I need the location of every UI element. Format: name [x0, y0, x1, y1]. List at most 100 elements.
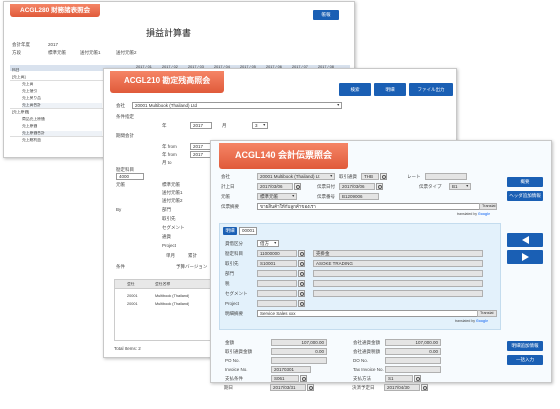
- table-row[interactable]: Multibook (Thailand): [155, 302, 189, 307]
- settle-calendar-icon[interactable]: [421, 384, 428, 391]
- tax-lookup-icon[interactable]: [298, 280, 305, 287]
- amount-field: 107,000.00: [271, 339, 327, 346]
- year-label: 年: [162, 123, 167, 128]
- line-translate-button[interactable]: Translat: [477, 310, 497, 317]
- export-button[interactable]: ファイル出力: [409, 83, 453, 96]
- segment-name-field: [313, 290, 483, 297]
- line-google-logo: Google: [476, 319, 489, 323]
- filter-label-year: 会計年度: [12, 42, 30, 47]
- pay-cond-lookup-icon[interactable]: [300, 375, 307, 382]
- month-to-label: 月 to: [162, 160, 172, 165]
- line-info-button[interactable]: 明細追加情報: [507, 341, 543, 351]
- project-lookup-icon[interactable]: [298, 300, 305, 307]
- dept-field[interactable]: [257, 270, 297, 277]
- translate-button[interactable]: Translat: [479, 203, 497, 210]
- detail-button[interactable]: 明細: [374, 83, 406, 96]
- table-row: 科目: [12, 68, 20, 72]
- by-label: By: [116, 207, 122, 212]
- month-select[interactable]: 3: [252, 122, 268, 129]
- ledger-field[interactable]: 標準元帳: [257, 193, 297, 200]
- account-lookup-icon[interactable]: [298, 250, 305, 257]
- google-logo: Google: [478, 212, 491, 216]
- doc-date-label: 伝票日付: [317, 184, 335, 189]
- radio-monthly[interactable]: 単月: [166, 253, 175, 259]
- tax-label: 税: [225, 281, 230, 286]
- segment-lookup-icon[interactable]: [298, 290, 305, 297]
- by-item: 通貨: [162, 234, 171, 239]
- co-amount-field: 107,000.00: [385, 339, 441, 346]
- table-header-code: 会社: [127, 282, 135, 286]
- table-row: 商品売上原価: [22, 117, 45, 121]
- account-input[interactable]: 4000: [116, 173, 144, 180]
- pay-cond-field[interactable]: S061: [271, 375, 299, 382]
- filter-label-ledger1: 送付元帳1: [80, 50, 101, 55]
- ledger-item: 送付元帳1: [162, 190, 183, 195]
- partner-field[interactable]: S10001: [257, 260, 297, 267]
- table-row[interactable]: 20001: [127, 302, 138, 307]
- summary-button[interactable]: 概要: [507, 177, 543, 187]
- translated-by-label: translated by Google: [457, 212, 490, 216]
- one-entry-button[interactable]: 一括入力: [507, 355, 543, 365]
- account-field[interactable]: 11000000: [257, 250, 297, 257]
- do-field[interactable]: [385, 357, 441, 364]
- search-button[interactable]: 検索: [339, 83, 371, 96]
- company-select[interactable]: 20001 Multibook (Thailand) Ltd: [132, 102, 342, 109]
- currency-field[interactable]: THB: [361, 173, 379, 180]
- doc-type-label: 伝票タイプ: [419, 184, 442, 189]
- due-field[interactable]: 2017/03/31: [270, 384, 306, 391]
- dept-label: 部門: [225, 271, 234, 276]
- print-button[interactable]: 帳報: [313, 10, 339, 20]
- company-field[interactable]: 20001 Multibook (Thailand) Lt: [257, 173, 335, 180]
- po-field[interactable]: [271, 357, 327, 364]
- prev-line-button[interactable]: [507, 233, 543, 247]
- table-row[interactable]: Multibook (Thailand): [155, 294, 189, 299]
- po-label: PO No.: [225, 358, 240, 363]
- to-year-input[interactable]: 2017: [190, 151, 212, 158]
- due-calendar-icon[interactable]: [307, 384, 314, 391]
- doc-no-field[interactable]: B1209006: [339, 193, 379, 200]
- doc-date-field[interactable]: 2017/03/06: [339, 183, 375, 190]
- window-title-acgl280: ACGL280 財務諸表照会: [10, 4, 101, 17]
- budget-version-label: 予算バージョン: [176, 264, 208, 269]
- partner-lookup-icon[interactable]: [298, 260, 305, 267]
- line-tab[interactable]: 明細: [223, 227, 237, 235]
- co-tax-label: 会社通貨税額: [353, 349, 380, 354]
- filter-label-ledger2: 送付元帳2: [116, 50, 137, 55]
- line-desc-field[interactable]: Service Sales xxx: [257, 310, 483, 317]
- ledger-item: 送付元帳2: [162, 198, 183, 203]
- pay-method-label: 支払方法: [353, 376, 371, 381]
- table-row[interactable]: 20001: [127, 294, 138, 299]
- pay-method-field[interactable]: S1: [385, 375, 413, 382]
- tax-field[interactable]: [257, 280, 297, 287]
- calendar-icon[interactable]: [294, 183, 301, 190]
- summary-field[interactable]: ขายสินค้าให้กับลูกค้าของเรา: [257, 203, 483, 210]
- dc-select[interactable]: 借方: [257, 240, 279, 247]
- invoice-field[interactable]: 20170301: [271, 366, 311, 373]
- line-no-field[interactable]: 00001: [239, 227, 257, 235]
- project-label: Project: [225, 301, 240, 306]
- summary-label: 伝票摘要: [221, 204, 239, 209]
- table-row: [売上原価]: [12, 110, 30, 114]
- year-input[interactable]: 2017: [190, 122, 212, 129]
- radio-cumulative[interactable]: 累計: [188, 253, 197, 259]
- tax-invoice-field[interactable]: [385, 366, 441, 373]
- doc-type-field[interactable]: B1: [449, 183, 471, 190]
- result-table: 会社 会社名称 20001 Multibook (Thailand) 20001…: [114, 279, 214, 341]
- rate-field[interactable]: [425, 173, 467, 180]
- from-year-input[interactable]: 2017: [190, 143, 212, 150]
- calendar-icon[interactable]: [376, 183, 383, 190]
- header-info-button[interactable]: ヘッダ追加情報: [507, 191, 543, 201]
- segment-field[interactable]: [257, 290, 297, 297]
- pay-method-lookup-icon[interactable]: [414, 375, 421, 382]
- currency-lookup-icon[interactable]: [380, 173, 387, 180]
- dept-lookup-icon[interactable]: [298, 270, 305, 277]
- project-field[interactable]: [257, 300, 297, 307]
- line-translated-by-text: translated by: [455, 319, 476, 323]
- table-row: 売上高: [22, 82, 34, 86]
- currency-label: 取引通貨: [339, 174, 357, 179]
- post-date-field[interactable]: 2017/03/06: [257, 183, 293, 190]
- month-label: 月: [222, 123, 227, 128]
- settle-field[interactable]: 2017/04/30: [384, 384, 420, 391]
- filter-value-method: 標準元帳: [48, 50, 66, 55]
- next-line-button[interactable]: [507, 250, 543, 264]
